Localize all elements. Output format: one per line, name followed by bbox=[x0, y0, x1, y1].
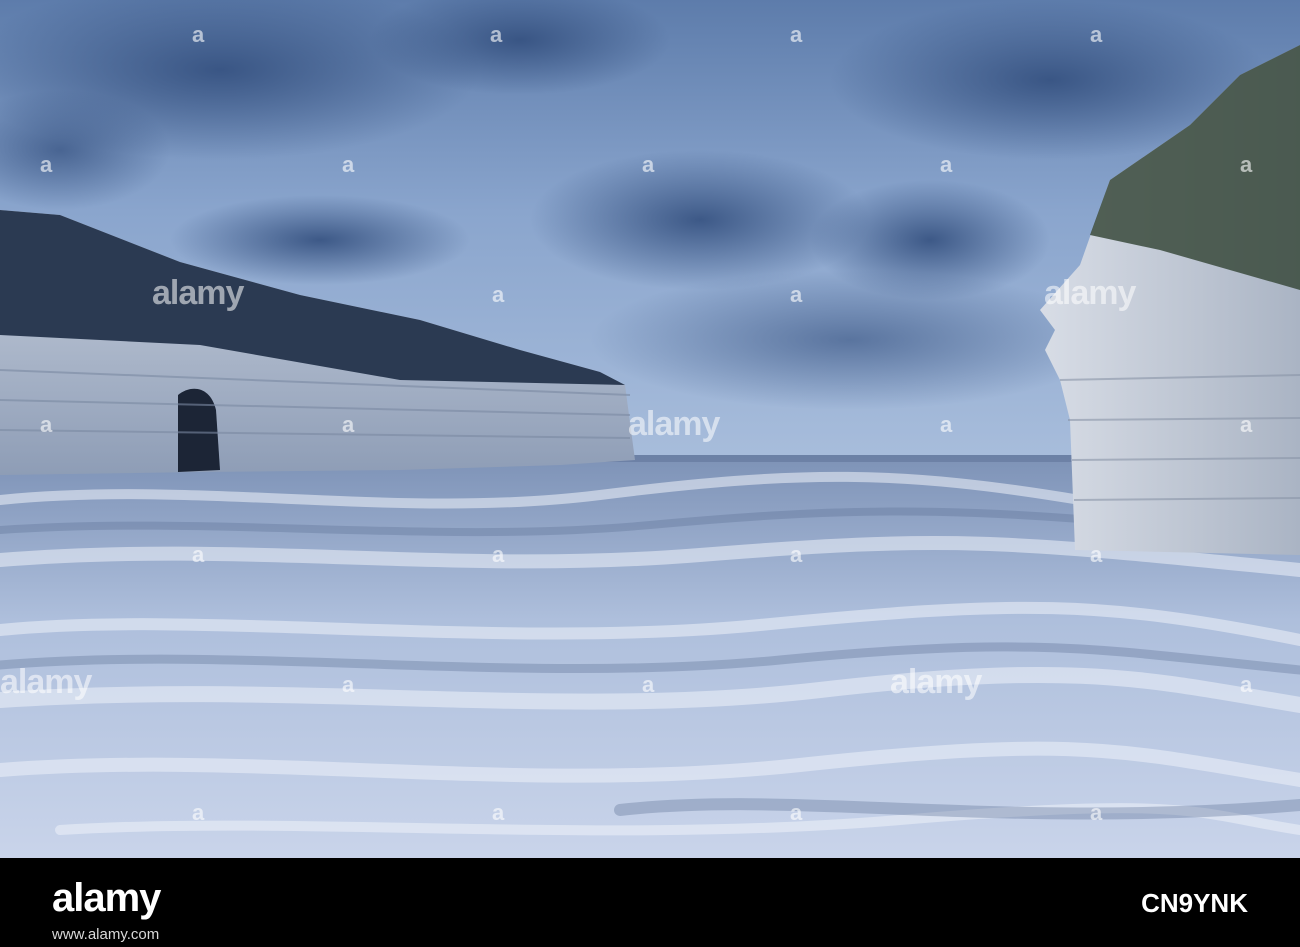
watermark-marker: a bbox=[40, 412, 53, 437]
watermark-marker: a bbox=[342, 152, 355, 177]
watermark-marker: a bbox=[192, 542, 205, 567]
watermark-marker: a bbox=[642, 672, 655, 697]
watermark: alamy bbox=[628, 405, 720, 443]
watermark-marker: a bbox=[642, 152, 655, 177]
watermark-marker: a bbox=[790, 22, 803, 47]
watermark-marker: a bbox=[790, 800, 803, 825]
watermark-marker: a bbox=[790, 282, 803, 307]
coastal-cliffs-photo: alamy alamy alamy alamy alamy a a a a a … bbox=[0, 0, 1300, 858]
watermark-marker: a bbox=[192, 800, 205, 825]
watermark-marker: a bbox=[492, 542, 505, 567]
watermark-marker: a bbox=[490, 22, 503, 47]
watermark-marker: a bbox=[940, 412, 953, 437]
watermark: alamy bbox=[0, 663, 92, 701]
watermark-marker: a bbox=[492, 282, 505, 307]
image-id-label: CN9YNK bbox=[1141, 888, 1248, 918]
watermark: alamy bbox=[152, 274, 244, 312]
watermark-marker: a bbox=[790, 542, 803, 567]
watermark-marker: a bbox=[940, 152, 953, 177]
watermark-marker: a bbox=[1240, 412, 1253, 437]
watermark-marker: a bbox=[342, 412, 355, 437]
stock-photo-frame: alamy alamy alamy alamy alamy a a a a a … bbox=[0, 0, 1300, 947]
watermark-marker: a bbox=[342, 672, 355, 697]
alamy-logo: alamy bbox=[52, 876, 161, 920]
stock-footer-bar: alamy www.alamy.com CN9YNK bbox=[0, 858, 1300, 947]
watermark-marker: a bbox=[1090, 22, 1103, 47]
watermark-marker: a bbox=[40, 152, 53, 177]
watermark-marker: a bbox=[1240, 672, 1253, 697]
watermark: alamy bbox=[1044, 274, 1136, 312]
watermark-marker: a bbox=[492, 800, 505, 825]
watermark-marker: a bbox=[1090, 542, 1103, 567]
watermark-marker: a bbox=[1090, 800, 1103, 825]
watermark-marker: a bbox=[192, 22, 205, 47]
site-url[interactable]: www.alamy.com bbox=[52, 926, 159, 943]
watermark-marker: a bbox=[1240, 152, 1253, 177]
watermark: alamy bbox=[890, 663, 982, 701]
